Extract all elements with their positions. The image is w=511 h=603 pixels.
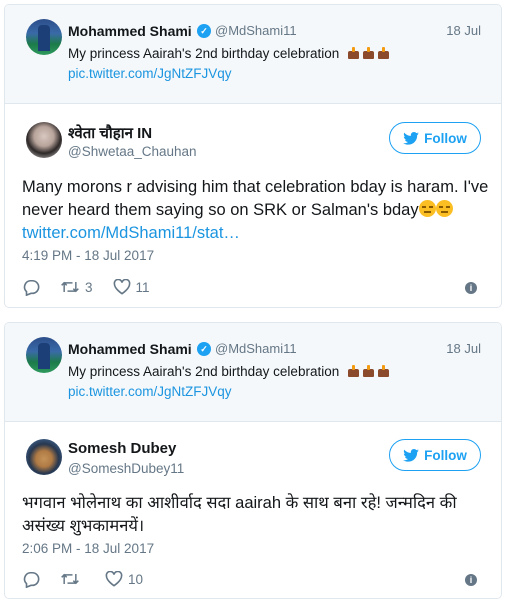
info-icon[interactable]: i bbox=[465, 282, 477, 294]
quoted-author-handle[interactable]: @MdShami11 bbox=[215, 23, 297, 38]
like-icon bbox=[105, 571, 123, 587]
quoted-tweet-text: My princess Aairah's 2nd birthday celebr… bbox=[68, 364, 340, 379]
expressionless-face-icon bbox=[435, 200, 453, 217]
quoted-author-avatar[interactable] bbox=[26, 337, 62, 373]
tweet-text-content: भगवान भोलेनाथ का आशीर्वाद सदा aairah के … bbox=[22, 494, 457, 535]
author-handle[interactable]: @SomeshDubey11 bbox=[68, 461, 184, 476]
quoted-tweet-text-row: My princess Aairah's 2nd birthday celebr… bbox=[68, 364, 392, 379]
retweet-icon bbox=[61, 573, 79, 585]
like-count: 11 bbox=[135, 279, 150, 295]
like-button[interactable]: 11 bbox=[113, 279, 150, 295]
quoted-tweet-date[interactable]: 18 Jul bbox=[446, 341, 481, 356]
tweet-actions: 3 11 bbox=[22, 277, 170, 297]
reply-button[interactable] bbox=[22, 571, 40, 588]
quoted-tweet[interactable]: Mohammed Shami ✓ @MdShami11 18 Jul My pr… bbox=[5, 5, 501, 104]
author-handle[interactable]: @Shwetaa_Chauhan bbox=[68, 144, 197, 159]
author-avatar[interactable] bbox=[26, 122, 62, 158]
follow-button[interactable]: Follow bbox=[389, 122, 481, 154]
tweet-text-content: Many morons r advising him that celebrat… bbox=[22, 178, 489, 219]
follow-button[interactable]: Follow bbox=[389, 439, 481, 471]
reply-icon bbox=[23, 279, 40, 296]
follow-label: Follow bbox=[424, 130, 467, 146]
quoted-tweet-text: My princess Aairah's 2nd birthday celebr… bbox=[68, 46, 340, 61]
quoted-tweet-link[interactable]: pic.twitter.com/JgNtZFJVqy bbox=[68, 66, 232, 81]
tweet-text: Many morons r advising him that celebrat… bbox=[22, 176, 492, 245]
quoted-tweet-text-row: My princess Aairah's 2nd birthday celebr… bbox=[68, 46, 392, 61]
verified-badge-icon: ✓ bbox=[197, 342, 211, 356]
quoted-author-handle[interactable]: @MdShami11 bbox=[215, 341, 297, 356]
author-name[interactable]: Somesh Dubey bbox=[68, 440, 176, 457]
birthday-cake-icon bbox=[347, 46, 392, 61]
quoted-author-avatar[interactable] bbox=[26, 19, 62, 55]
birthday-cake-icon bbox=[347, 364, 392, 379]
twitter-bird-icon bbox=[403, 448, 419, 462]
quoted-tweet-date[interactable]: 18 Jul bbox=[446, 23, 481, 38]
tweet-timestamp[interactable]: 4:19 PM - 18 Jul 2017 bbox=[22, 248, 154, 263]
tweet-actions: 10 bbox=[22, 569, 163, 589]
like-count: 10 bbox=[128, 571, 144, 587]
retweet-count: 3 bbox=[85, 279, 93, 295]
reply-icon bbox=[23, 571, 40, 588]
quoted-author-name[interactable]: Mohammed Shami bbox=[68, 341, 192, 357]
embedded-tweet-1: Mohammed Shami ✓ @MdShami11 18 Jul My pr… bbox=[4, 4, 502, 308]
quoted-author-name[interactable]: Mohammed Shami bbox=[68, 23, 192, 39]
tweet-link[interactable]: twitter.com/MdShami11/stat… bbox=[22, 224, 240, 242]
embedded-tweet-2: Mohammed Shami ✓ @MdShami11 18 Jul My pr… bbox=[4, 322, 502, 599]
tweet-timestamp[interactable]: 2:06 PM - 18 Jul 2017 bbox=[22, 541, 154, 556]
verified-badge-icon: ✓ bbox=[197, 24, 211, 38]
author-avatar[interactable] bbox=[26, 439, 62, 475]
retweet-button[interactable]: 3 bbox=[60, 279, 93, 295]
tweet-text: भगवान भोलेनाथ का आशीर्वाद सदा aairah के … bbox=[22, 492, 492, 538]
retweet-icon bbox=[61, 281, 79, 293]
quoted-tweet[interactable]: Mohammed Shami ✓ @MdShami11 18 Jul My pr… bbox=[5, 323, 501, 422]
author-name[interactable]: श्वेता चौहान IN bbox=[68, 123, 152, 143]
follow-label: Follow bbox=[424, 447, 467, 463]
like-button[interactable]: 10 bbox=[105, 571, 143, 587]
like-icon bbox=[113, 279, 130, 295]
retweet-button[interactable] bbox=[60, 571, 85, 587]
reply-button[interactable] bbox=[22, 279, 40, 296]
twitter-bird-icon bbox=[403, 131, 419, 145]
expressionless-face-icon bbox=[418, 200, 436, 217]
quoted-tweet-link[interactable]: pic.twitter.com/JgNtZFJVqy bbox=[68, 384, 232, 399]
info-icon[interactable]: i bbox=[465, 574, 477, 586]
